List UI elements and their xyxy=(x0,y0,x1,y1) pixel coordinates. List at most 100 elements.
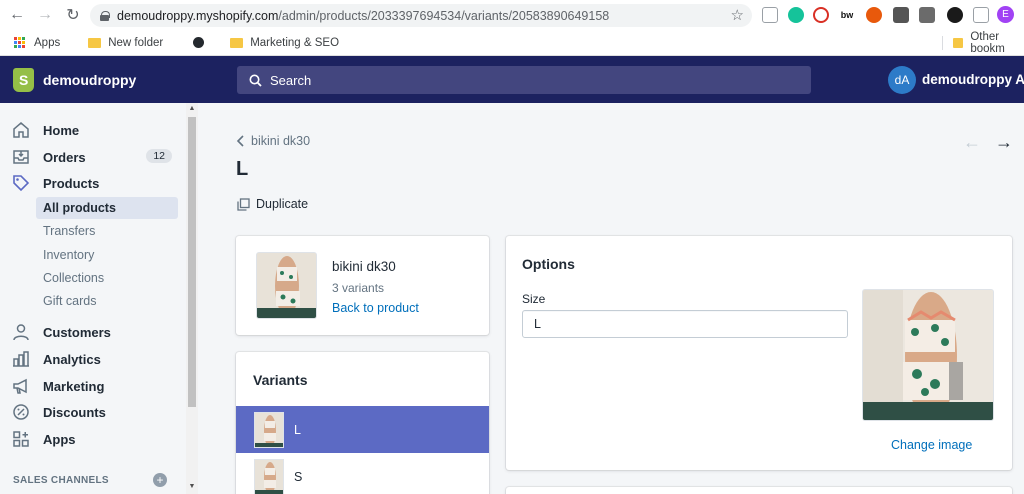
bookmark-label: Apps xyxy=(34,36,61,49)
next-variant-arrow-icon[interactable]: → xyxy=(995,132,1013,153)
chevron-left-icon xyxy=(236,135,244,147)
orders-icon xyxy=(11,147,31,167)
add-sales-channel-plus-icon[interactable]: + xyxy=(153,473,167,487)
variant-label: L xyxy=(294,422,301,437)
back-to-product-link[interactable]: Back to product xyxy=(332,301,419,315)
duplicate-button[interactable]: Duplicate xyxy=(237,197,308,211)
apps-grid-icon xyxy=(14,36,26,49)
variant-row-s[interactable]: S xyxy=(236,453,489,494)
megaphone-icon xyxy=(11,376,31,396)
sidebar-subitem-all-products[interactable]: All products xyxy=(36,197,178,219)
variant-thumbnail xyxy=(254,458,284,494)
facebook-extension-icon[interactable] xyxy=(893,7,909,23)
sidebar-item-label: Orders xyxy=(43,149,86,165)
browser-toolbar: ← → ↻ demoudroppy.myshopify.com/admin/pr… xyxy=(0,0,1024,30)
bookmark-github[interactable] xyxy=(193,37,205,48)
profile-avatar[interactable]: E xyxy=(997,6,1014,23)
back-arrow-icon[interactable]: ← xyxy=(6,4,28,26)
grammarly-icon[interactable] xyxy=(788,7,804,23)
page-extension-icon[interactable] xyxy=(762,7,778,23)
sidebar-item-home[interactable]: Home xyxy=(0,118,186,142)
discount-icon xyxy=(11,402,31,422)
search-placeholder: Search xyxy=(270,72,312,88)
sales-channels-heading: SALES CHANNELS xyxy=(13,475,109,486)
bookmark-apps[interactable]: Apps xyxy=(14,36,61,49)
url-host: demoudroppy.myshopify.com xyxy=(117,8,279,23)
breadcrumb[interactable]: bikini dk30 xyxy=(236,134,310,148)
bookmark-label: Marketing & SEO xyxy=(250,36,340,49)
extension-c-icon[interactable] xyxy=(973,7,989,23)
search-icon xyxy=(249,74,262,87)
folder-icon xyxy=(952,37,964,48)
admin-topbar: demoudroppy Search dA demoudroppy Adm xyxy=(0,56,1024,103)
bookmarks-bar: Apps New folder Marketing & SEO Other bo… xyxy=(0,30,1024,56)
sidebar-item-orders[interactable]: Orders 12 xyxy=(0,145,186,169)
sidebar-item-products[interactable]: Products xyxy=(0,171,186,195)
bw-extension-icon[interactable]: bw xyxy=(839,7,855,23)
size-field[interactable]: L xyxy=(522,310,848,338)
product-thumbnail xyxy=(256,252,317,319)
product-name: bikini dk30 xyxy=(332,259,396,274)
options-card-title: Options xyxy=(522,256,575,272)
sidebar-item-label: Home xyxy=(43,122,80,138)
sidebar-item-label: Analytics xyxy=(43,351,101,367)
variant-image[interactable] xyxy=(862,289,994,421)
avatar[interactable]: dA xyxy=(888,66,916,94)
bookmark-label: Other bookm xyxy=(970,30,1005,55)
page-title: L xyxy=(236,158,249,180)
person-icon xyxy=(11,322,31,342)
scroll-up-arrow-icon[interactable]: ▲ xyxy=(188,105,196,112)
orders-count-badge: 12 xyxy=(146,149,172,163)
sidebar-subitem-gift-cards[interactable]: Gift cards xyxy=(36,290,178,312)
sidebar-item-customers[interactable]: Customers xyxy=(0,320,186,344)
extension-dark-circle-icon[interactable] xyxy=(947,7,963,23)
url-path: /admin/products/2033397694534/variants/2… xyxy=(278,8,610,23)
home-icon xyxy=(11,120,31,140)
sidebar-subitem-collections[interactable]: Collections xyxy=(36,267,178,289)
sidebar-subitem-inventory[interactable]: Inventory xyxy=(36,244,178,266)
variant-row-l[interactable]: L xyxy=(236,406,489,453)
sidebar-item-discounts[interactable]: Discounts xyxy=(0,400,186,424)
variants-card-title: Variants xyxy=(253,372,308,388)
extension-grid-icon[interactable] xyxy=(919,7,935,23)
apps-icon xyxy=(11,429,31,449)
pricing-card xyxy=(506,487,1012,494)
search-input[interactable]: Search xyxy=(237,66,811,94)
duplicate-icon xyxy=(237,197,250,211)
change-image-link[interactable]: Change image xyxy=(891,438,972,452)
shop-name[interactable]: demoudroppy xyxy=(43,72,136,88)
account-name[interactable]: demoudroppy Adm xyxy=(922,72,1024,87)
previous-variant-arrow-icon[interactable]: ← xyxy=(963,132,981,153)
sidebar-scroll-thumb[interactable] xyxy=(188,117,196,407)
scroll-down-arrow-icon[interactable]: ▼ xyxy=(188,483,196,490)
sidebar-item-label: Apps xyxy=(43,431,76,447)
extension-red-circle-icon[interactable] xyxy=(813,7,829,23)
sidebar-item-analytics[interactable]: Analytics xyxy=(0,347,186,371)
bookmark-marketing-seo[interactable]: Marketing & SEO xyxy=(230,37,339,49)
variant-count: 3 variants xyxy=(332,281,385,295)
sidebar-item-label: Discounts xyxy=(43,404,106,420)
duplicate-label: Duplicate xyxy=(256,197,309,211)
bookmark-new-folder[interactable]: New folder xyxy=(88,37,163,49)
folder-icon xyxy=(230,37,244,48)
breadcrumb-label: bikini dk30 xyxy=(251,134,311,148)
sidebar-item-label: Marketing xyxy=(43,378,105,394)
sidebar: Home Orders 12 Products All products Tra… xyxy=(0,103,198,494)
sidebar-item-label: Customers xyxy=(43,324,111,340)
bookmark-label: New folder xyxy=(108,36,164,49)
tag-icon xyxy=(11,173,31,193)
sidebar-item-marketing[interactable]: Marketing xyxy=(0,374,186,398)
forward-arrow-icon[interactable]: → xyxy=(34,4,56,26)
bookmark-other[interactable]: Other bookm xyxy=(942,31,1024,55)
sidebar-item-apps[interactable]: Apps xyxy=(0,427,186,451)
address-bar[interactable]: demoudroppy.myshopify.com/admin/products… xyxy=(90,4,752,27)
github-icon xyxy=(193,37,205,48)
reload-icon[interactable]: ↻ xyxy=(62,4,84,26)
bookmark-star-icon[interactable]: ☆ xyxy=(731,6,744,24)
variant-label: S xyxy=(294,469,303,484)
sidebar-subitem-transfers[interactable]: Transfers xyxy=(36,220,178,242)
sidebar-item-label: Products xyxy=(43,175,100,191)
extension-orange-icon[interactable] xyxy=(866,7,882,23)
variant-thumbnail xyxy=(254,411,284,448)
shopify-logo-icon[interactable] xyxy=(13,68,34,92)
